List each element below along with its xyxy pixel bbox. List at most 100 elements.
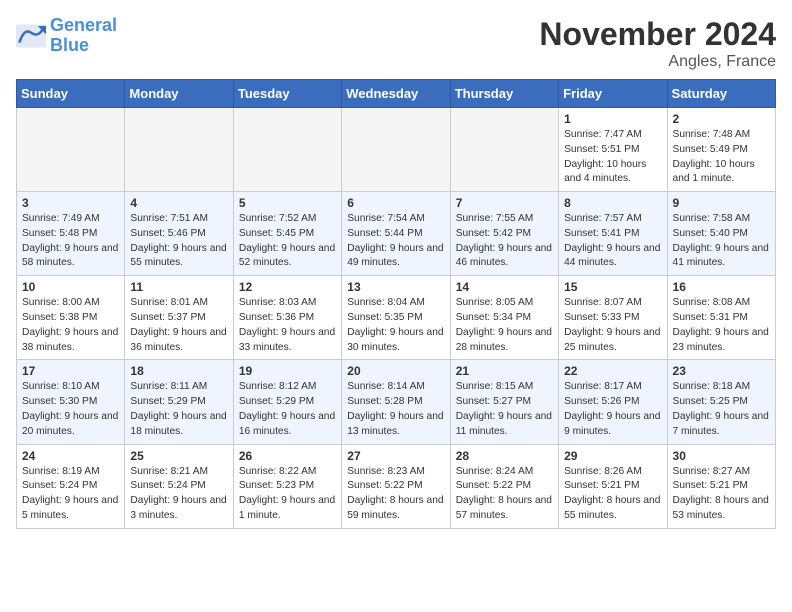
logo-icon xyxy=(16,24,46,48)
calendar-cell: 14 Sunrise: 8:05 AMSunset: 5:34 PMDayligh… xyxy=(450,276,558,360)
day-number: 26 xyxy=(239,449,336,463)
title-block: November 2024 Angles, France xyxy=(539,16,776,71)
calendar-cell xyxy=(342,108,450,192)
weekday-header: Thursday xyxy=(450,80,558,108)
day-info: Sunrise: 7:47 AMSunset: 5:51 PMDaylight:… xyxy=(564,128,661,187)
calendar-cell: 27 Sunrise: 8:23 AMSunset: 5:22 PMDayligh… xyxy=(342,444,450,528)
location: Angles, France xyxy=(539,53,776,71)
day-info: Sunrise: 8:19 AMSunset: 5:24 PMDaylight:… xyxy=(22,465,119,524)
calendar-cell: 18 Sunrise: 8:11 AMSunset: 5:29 PMDayligh… xyxy=(125,360,233,444)
day-number: 19 xyxy=(239,364,336,378)
day-info: Sunrise: 8:12 AMSunset: 5:29 PMDaylight:… xyxy=(239,380,336,439)
day-number: 17 xyxy=(22,364,119,378)
day-number: 13 xyxy=(347,280,444,294)
weekday-header: Sunday xyxy=(17,80,125,108)
day-info: Sunrise: 8:18 AMSunset: 5:25 PMDaylight:… xyxy=(673,380,770,439)
day-number: 5 xyxy=(239,196,336,210)
calendar-cell: 21 Sunrise: 8:15 AMSunset: 5:27 PMDayligh… xyxy=(450,360,558,444)
weekday-header: Tuesday xyxy=(233,80,341,108)
day-info: Sunrise: 8:17 AMSunset: 5:26 PMDaylight:… xyxy=(564,380,661,439)
day-number: 10 xyxy=(22,280,119,294)
day-number: 6 xyxy=(347,196,444,210)
logo: General Blue xyxy=(16,16,117,56)
calendar-cell: 6 Sunrise: 7:54 AMSunset: 5:44 PMDaylight… xyxy=(342,192,450,276)
weekday-header: Wednesday xyxy=(342,80,450,108)
calendar-cell: 5 Sunrise: 7:52 AMSunset: 5:45 PMDaylight… xyxy=(233,192,341,276)
day-info: Sunrise: 8:24 AMSunset: 5:22 PMDaylight:… xyxy=(456,465,553,524)
logo-text: General Blue xyxy=(50,16,117,56)
calendar-week-row: 1Sunrise: 7:47 AMSunset: 5:51 PMDaylight… xyxy=(17,108,776,192)
calendar-week-row: 10Sunrise: 8:00 AMSunset: 5:38 PMDayligh… xyxy=(17,276,776,360)
calendar-cell: 3Sunrise: 7:49 AMSunset: 5:48 PMDaylight… xyxy=(17,192,125,276)
page-header: General Blue November 2024 Angles, Franc… xyxy=(16,16,776,71)
day-number: 8 xyxy=(564,196,661,210)
day-info: Sunrise: 8:26 AMSunset: 5:21 PMDaylight:… xyxy=(564,465,661,524)
day-info: Sunrise: 8:27 AMSunset: 5:21 PMDaylight:… xyxy=(673,465,770,524)
day-number: 22 xyxy=(564,364,661,378)
calendar-cell: 22 Sunrise: 8:17 AMSunset: 5:26 PMDayligh… xyxy=(559,360,667,444)
day-number: 28 xyxy=(456,449,553,463)
day-info: Sunrise: 7:58 AMSunset: 5:40 PMDaylight:… xyxy=(673,212,770,271)
calendar-cell xyxy=(125,108,233,192)
day-info: Sunrise: 7:57 AMSunset: 5:41 PMDaylight:… xyxy=(564,212,661,271)
day-info: Sunrise: 8:01 AMSunset: 5:37 PMDaylight:… xyxy=(130,296,227,355)
day-number: 4 xyxy=(130,196,227,210)
day-info: Sunrise: 8:23 AMSunset: 5:22 PMDaylight:… xyxy=(347,465,444,524)
calendar-cell xyxy=(233,108,341,192)
calendar-week-row: 3Sunrise: 7:49 AMSunset: 5:48 PMDaylight… xyxy=(17,192,776,276)
calendar-cell: 20Sunrise: 8:14 AMSunset: 5:28 PMDayligh… xyxy=(342,360,450,444)
day-info: Sunrise: 8:05 AMSunset: 5:34 PMDaylight:… xyxy=(456,296,553,355)
calendar-cell xyxy=(17,108,125,192)
day-info: Sunrise: 8:21 AMSunset: 5:24 PMDaylight:… xyxy=(130,465,227,524)
day-info: Sunrise: 8:04 AMSunset: 5:35 PMDaylight:… xyxy=(347,296,444,355)
calendar-cell: 10Sunrise: 8:00 AMSunset: 5:38 PMDayligh… xyxy=(17,276,125,360)
calendar-week-row: 17Sunrise: 8:10 AMSunset: 5:30 PMDayligh… xyxy=(17,360,776,444)
day-number: 23 xyxy=(673,364,770,378)
calendar-cell: 17Sunrise: 8:10 AMSunset: 5:30 PMDayligh… xyxy=(17,360,125,444)
day-number: 14 xyxy=(456,280,553,294)
day-number: 18 xyxy=(130,364,227,378)
weekday-header: Monday xyxy=(125,80,233,108)
day-info: Sunrise: 8:07 AMSunset: 5:33 PMDaylight:… xyxy=(564,296,661,355)
day-info: Sunrise: 8:14 AMSunset: 5:28 PMDaylight:… xyxy=(347,380,444,439)
day-number: 27 xyxy=(347,449,444,463)
calendar-cell xyxy=(450,108,558,192)
calendar-cell: 23 Sunrise: 8:18 AMSunset: 5:25 PMDayligh… xyxy=(667,360,775,444)
calendar-cell: 2 Sunrise: 7:48 AMSunset: 5:49 PMDaylight… xyxy=(667,108,775,192)
month-title: November 2024 xyxy=(539,16,776,53)
day-number: 29 xyxy=(564,449,661,463)
day-number: 2 xyxy=(673,112,770,126)
day-info: Sunrise: 7:54 AMSunset: 5:44 PMDaylight:… xyxy=(347,212,444,271)
day-number: 9 xyxy=(673,196,770,210)
calendar-cell: 12Sunrise: 8:03 AMSunset: 5:36 PMDayligh… xyxy=(233,276,341,360)
calendar-cell: 24 Sunrise: 8:19 AMSunset: 5:24 PMDayligh… xyxy=(17,444,125,528)
calendar-cell: 29 Sunrise: 8:26 AMSunset: 5:21 PMDayligh… xyxy=(559,444,667,528)
day-info: Sunrise: 8:15 AMSunset: 5:27 PMDaylight:… xyxy=(456,380,553,439)
weekday-header-row: SundayMondayTuesdayWednesdayThursdayFrid… xyxy=(17,80,776,108)
day-number: 16 xyxy=(673,280,770,294)
weekday-header: Saturday xyxy=(667,80,775,108)
day-info: Sunrise: 8:22 AMSunset: 5:23 PMDaylight:… xyxy=(239,465,336,524)
day-number: 7 xyxy=(456,196,553,210)
day-number: 21 xyxy=(456,364,553,378)
day-info: Sunrise: 8:08 AMSunset: 5:31 PMDaylight:… xyxy=(673,296,770,355)
day-number: 24 xyxy=(22,449,119,463)
calendar-cell: 15Sunrise: 8:07 AMSunset: 5:33 PMDayligh… xyxy=(559,276,667,360)
weekday-header: Friday xyxy=(559,80,667,108)
day-info: Sunrise: 7:49 AMSunset: 5:48 PMDaylight:… xyxy=(22,212,119,271)
day-number: 30 xyxy=(673,449,770,463)
day-number: 25 xyxy=(130,449,227,463)
calendar-cell: 9 Sunrise: 7:58 AMSunset: 5:40 PMDaylight… xyxy=(667,192,775,276)
day-info: Sunrise: 8:03 AMSunset: 5:36 PMDaylight:… xyxy=(239,296,336,355)
day-number: 11 xyxy=(130,280,227,294)
day-info: Sunrise: 7:55 AMSunset: 5:42 PMDaylight:… xyxy=(456,212,553,271)
day-info: Sunrise: 7:48 AMSunset: 5:49 PMDaylight:… xyxy=(673,128,770,187)
calendar-cell: 8 Sunrise: 7:57 AMSunset: 5:41 PMDaylight… xyxy=(559,192,667,276)
calendar-cell: 4Sunrise: 7:51 AMSunset: 5:46 PMDaylight… xyxy=(125,192,233,276)
calendar-week-row: 24 Sunrise: 8:19 AMSunset: 5:24 PMDayligh… xyxy=(17,444,776,528)
calendar-cell: 1Sunrise: 7:47 AMSunset: 5:51 PMDaylight… xyxy=(559,108,667,192)
calendar-cell: 25 Sunrise: 8:21 AMSunset: 5:24 PMDayligh… xyxy=(125,444,233,528)
calendar-cell: 16 Sunrise: 8:08 AMSunset: 5:31 PMDayligh… xyxy=(667,276,775,360)
day-info: Sunrise: 8:11 AMSunset: 5:29 PMDaylight:… xyxy=(130,380,227,439)
day-info: Sunrise: 7:52 AMSunset: 5:45 PMDaylight:… xyxy=(239,212,336,271)
